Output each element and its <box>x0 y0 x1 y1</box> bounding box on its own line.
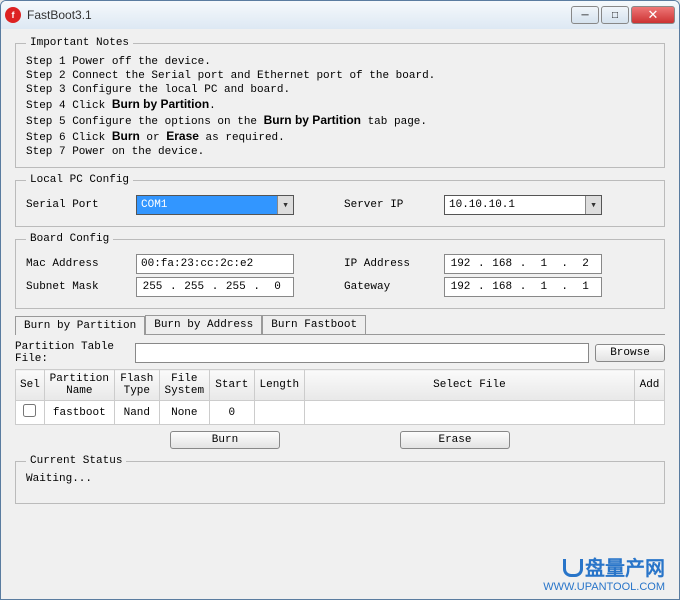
col-pname: Partition Name <box>44 370 114 401</box>
tab-bar: Burn by Partition Burn by Address Burn F… <box>15 315 665 335</box>
col-ftype: Flash Type <box>114 370 159 401</box>
col-start: Start <box>209 370 254 401</box>
burn-button[interactable]: Burn <box>170 431 280 449</box>
chevron-down-icon: ▾ <box>277 196 293 214</box>
maximize-button[interactable]: □ <box>601 6 629 24</box>
browse-button[interactable]: Browse <box>595 344 665 362</box>
note-step2: Step 2 Connect the Serial port and Ether… <box>26 69 654 83</box>
note-step6: Step 6 Click Burn or Erase as required. <box>26 129 654 145</box>
titlebar[interactable]: f FastBoot3.1 ─ □ ✕ <box>1 1 679 29</box>
serial-port-label: Serial Port <box>26 199 136 211</box>
cell-start: 0 <box>209 401 254 425</box>
table-row: fastboot Nand None 0 <box>16 401 665 425</box>
note-step4: Step 4 Click Burn by Partition. <box>26 97 654 113</box>
server-ip-combo[interactable]: 10.10.10.1▾ <box>444 195 602 215</box>
watermark: 盘量产网 WWW.UPANTOOL.COM <box>543 552 665 593</box>
minimize-button[interactable]: ─ <box>571 6 599 24</box>
app-window: f FastBoot3.1 ─ □ ✕ Important Notes Step… <box>0 0 680 600</box>
note-step5: Step 5 Configure the options on the Burn… <box>26 113 654 129</box>
col-sel: Sel <box>16 370 45 401</box>
notes-legend: Important Notes <box>26 37 133 49</box>
mac-label: Mac Address <box>26 258 136 270</box>
gateway-label: Gateway <box>344 281 444 293</box>
cell-sfile <box>304 401 634 425</box>
app-icon: f <box>5 7 21 23</box>
status-legend: Current Status <box>26 455 126 467</box>
gateway-input[interactable]: 192.168.1.1 <box>444 277 602 297</box>
partition-table: Sel Partition Name Flash Type File Syste… <box>15 369 665 425</box>
cell-fsys: None <box>159 401 209 425</box>
close-button[interactable]: ✕ <box>631 6 675 24</box>
tab-burn-address[interactable]: Burn by Address <box>145 315 262 334</box>
u-logo-icon <box>563 559 583 577</box>
important-notes-group: Important Notes Step 1 Power off the dev… <box>15 37 665 168</box>
erase-button[interactable]: Erase <box>400 431 510 449</box>
mac-input[interactable] <box>136 254 294 274</box>
serial-port-combo[interactable]: COM1▾ <box>136 195 294 215</box>
row-checkbox[interactable] <box>23 404 36 417</box>
col-sfile: Select File <box>304 370 634 401</box>
cell-ftype: Nand <box>114 401 159 425</box>
local-pc-config-group: Local PC Config Serial Port COM1▾ Server… <box>15 174 665 227</box>
cell-pname: fastboot <box>44 401 114 425</box>
col-length: Length <box>254 370 304 401</box>
client-area: Important Notes Step 1 Power off the dev… <box>1 29 679 599</box>
tab-burn-partition[interactable]: Burn by Partition <box>15 316 145 335</box>
cell-length <box>254 401 304 425</box>
ip-address-input[interactable]: 192.168.1.2 <box>444 254 602 274</box>
server-ip-label: Server IP <box>344 199 444 211</box>
note-step3: Step 3 Configure the local PC and board. <box>26 83 654 97</box>
note-step1: Step 1 Power off the device. <box>26 55 654 69</box>
status-group: Current Status Waiting... <box>15 455 665 504</box>
status-text: Waiting... <box>26 473 654 485</box>
ptf-label: Partition Table File: <box>15 341 135 365</box>
tab-burn-fastboot[interactable]: Burn Fastboot <box>262 315 366 334</box>
board-config-group: Board Config Mac Address IP Address 192.… <box>15 233 665 309</box>
subnet-input[interactable]: 255.255.255.0 <box>136 277 294 297</box>
add-button[interactable]: Add <box>635 370 665 401</box>
col-fsys: File System <box>159 370 209 401</box>
subnet-label: Subnet Mask <box>26 281 136 293</box>
chevron-down-icon: ▾ <box>585 196 601 214</box>
localpc-legend: Local PC Config <box>26 174 133 186</box>
note-step7: Step 7 Power on the device. <box>26 145 654 159</box>
board-legend: Board Config <box>26 233 113 245</box>
ptf-input[interactable] <box>135 343 589 363</box>
ip-label: IP Address <box>344 258 444 270</box>
window-title: FastBoot3.1 <box>27 8 571 22</box>
